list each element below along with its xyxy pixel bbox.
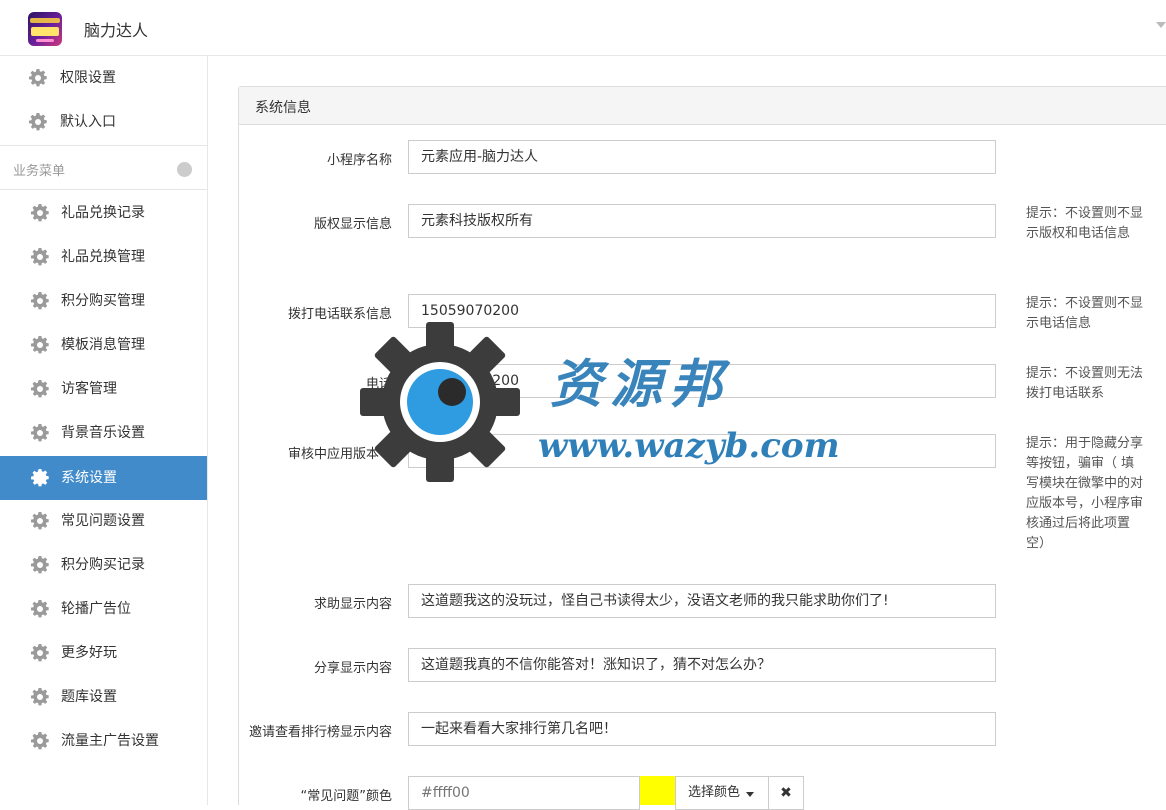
- sidebar-item-label: 轮播广告位: [61, 601, 131, 617]
- gear-icon: [28, 112, 48, 132]
- field-label-copyright: 版权显示信息: [313, 217, 392, 232]
- sidebar-item-label: 模板消息管理: [61, 337, 145, 353]
- call-contact-hint: 提示：不设置则不显示电话信息: [1026, 296, 1144, 331]
- copyright-hint: 提示：不设置则不显示版权和电话信息: [1026, 206, 1144, 241]
- gear-icon: [30, 203, 50, 223]
- invite-rank-text-input[interactable]: [421, 713, 995, 745]
- sidebar-item-bg-music[interactable]: 背景音乐设置: [0, 411, 207, 455]
- sidebar-item-system-settings[interactable]: 系统设置: [0, 456, 207, 500]
- gear-icon: [30, 687, 50, 707]
- field-label-help-text: 求助显示内容: [313, 597, 392, 612]
- call-contact-input[interactable]: [421, 295, 995, 327]
- copyright-input[interactable]: [421, 205, 995, 237]
- sidebar-item-gift-records[interactable]: 礼品兑换记录: [0, 191, 207, 235]
- sidebar-item-label: 访客管理: [61, 381, 117, 397]
- sidebar-item-label: 系统设置: [61, 470, 117, 486]
- sidebar-item-label: 流量主广告设置: [61, 733, 159, 749]
- help-text-field[interactable]: [408, 584, 996, 618]
- sidebar-item-template-messages[interactable]: 模板消息管理: [0, 323, 207, 367]
- sidebar-item-default-entry[interactable]: 默认入口: [0, 100, 207, 144]
- sidebar-item-label: 礼品兑换记录: [61, 205, 145, 221]
- field-label-app-name: 小程序名称: [326, 153, 392, 168]
- panel-header: 系统信息: [239, 87, 1166, 125]
- app-name-input[interactable]: [421, 141, 995, 173]
- sidebar-item-label: 背景音乐设置: [61, 425, 145, 441]
- review-version-hint: 提示：用于隐藏分享等按钮，骗审（ 填写模块在微擎中的对应版本号，小程序审核通过后…: [1026, 436, 1144, 551]
- gear-icon: [30, 247, 50, 267]
- field-label-invite-rank-text: 邀请查看排行榜显示内容: [248, 725, 392, 740]
- app-name: 脑力达人: [84, 21, 149, 40]
- invite-rank-text-field[interactable]: [408, 712, 996, 746]
- phone-field[interactable]: [408, 364, 996, 398]
- gear-icon: [30, 379, 50, 399]
- sidebar-divider: [0, 145, 207, 146]
- gear-icon: [30, 555, 50, 575]
- gear-icon: [30, 643, 50, 663]
- sidebar-item-question-bank[interactable]: 题库设置: [0, 675, 207, 719]
- caret-down-icon: [746, 792, 754, 797]
- gear-icon: [30, 468, 50, 488]
- sidebar-item-permissions[interactable]: 权限设置: [0, 56, 207, 100]
- sidebar-item-label: 常见问题设置: [61, 513, 145, 529]
- app-logo[interactable]: [28, 12, 62, 46]
- call-contact-field[interactable]: [408, 294, 996, 328]
- sidebar-item-more-fun[interactable]: 更多好玩: [0, 631, 207, 675]
- sidebar-item-label: 更多好玩: [61, 645, 117, 661]
- sidebar-item-label: 礼品兑换管理: [61, 249, 145, 265]
- sidebar-item-label: 积分购买记录: [61, 557, 145, 573]
- share-text-input[interactable]: [421, 649, 995, 681]
- top-bar: 脑力达人: [0, 0, 1166, 56]
- gear-icon: [30, 423, 50, 443]
- gear-icon: [30, 291, 50, 311]
- app-name-field[interactable]: [408, 140, 996, 174]
- sidebar: 权限设置 默认入口 业务菜单 礼品兑换记录 礼品兑换管理 积分购买管理 模板消息…: [0, 56, 208, 805]
- field-label-faq-color: “常见问题”颜色: [300, 789, 392, 804]
- help-text-input[interactable]: [421, 585, 995, 617]
- gear-icon: [30, 335, 50, 355]
- color-swatch[interactable]: [640, 776, 675, 805]
- group-toggle-icon[interactable]: [177, 162, 192, 177]
- field-label-share-text: 分享显示内容: [313, 661, 392, 676]
- sidebar-item-carousel-ads[interactable]: 轮播广告位: [0, 587, 207, 631]
- copyright-field[interactable]: [408, 204, 996, 238]
- sidebar-item-points-records[interactable]: 积分购买记录: [0, 543, 207, 587]
- sidebar-group-title: 业务菜单: [13, 164, 66, 179]
- sidebar-item-label: 题库设置: [61, 689, 117, 705]
- sidebar-item-label: 权限设置: [60, 70, 116, 86]
- field-label-review-version: 审核中应用版本号: [287, 447, 392, 462]
- review-version-input[interactable]: [421, 435, 995, 467]
- field-label-phone: 电话: [365, 377, 392, 392]
- gear-icon: [30, 511, 50, 531]
- faq-color-input[interactable]: [421, 777, 639, 809]
- caret-down-icon[interactable]: [1156, 22, 1166, 28]
- sidebar-item-visitors[interactable]: 访客管理: [0, 367, 207, 411]
- share-text-field[interactable]: [408, 648, 996, 682]
- sidebar-item-label: 积分购买管理: [61, 293, 145, 309]
- gear-icon: [28, 68, 48, 88]
- sidebar-item-points-purchase[interactable]: 积分购买管理: [0, 279, 207, 323]
- sidebar-item-gift-management[interactable]: 礼品兑换管理: [0, 235, 207, 279]
- review-version-field[interactable]: [408, 434, 996, 468]
- sidebar-item-traffic-ads[interactable]: 流量主广告设置: [0, 719, 207, 763]
- phone-hint: 提示：不设置则无法拨打电话联系: [1026, 366, 1144, 401]
- choose-color-label: 选择颜色: [688, 785, 741, 800]
- sidebar-item-faq-settings[interactable]: 常见问题设置: [0, 499, 207, 543]
- sidebar-item-label: 默认入口: [60, 114, 116, 130]
- phone-input[interactable]: [421, 365, 995, 397]
- field-label-call-contact: 拨打电话联系信息: [287, 307, 392, 322]
- panel-title: 系统信息: [255, 100, 311, 116]
- sidebar-divider: [0, 189, 207, 190]
- gear-icon: [30, 599, 50, 619]
- gear-icon: [30, 731, 50, 751]
